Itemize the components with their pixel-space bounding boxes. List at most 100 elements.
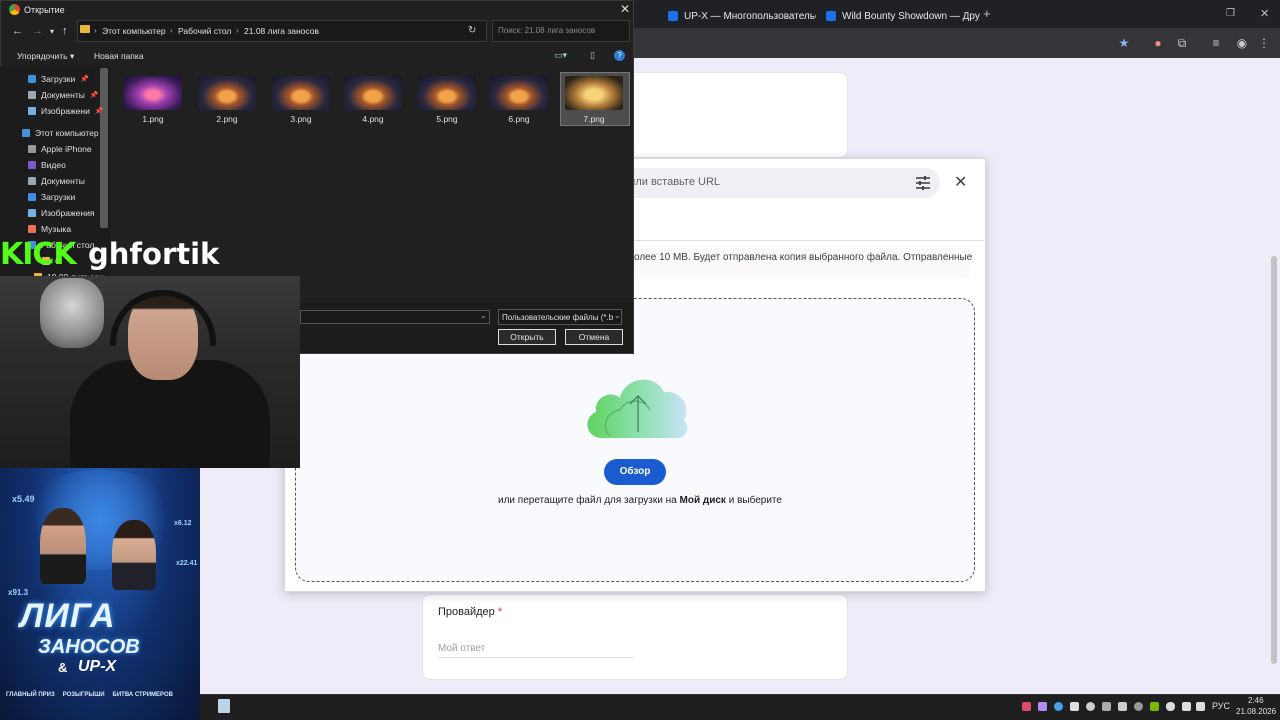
file-name-input[interactable] xyxy=(300,310,490,324)
chevron-right-icon: › xyxy=(236,26,239,35)
kick-logo: KICK xyxy=(0,237,77,272)
promo-footer-item: РОЗЫГРЫШИ xyxy=(62,692,105,698)
file-type-select[interactable]: Пользовательские файлы (*.b xyxy=(498,309,622,325)
folder-icon xyxy=(28,209,36,217)
bookmark-star-icon[interactable]: ★ xyxy=(1116,35,1132,51)
back-arrow-icon[interactable]: ← xyxy=(12,25,23,37)
file-thumbnail[interactable] xyxy=(344,76,402,110)
recent-dropdown-icon[interactable]: ▾ xyxy=(50,27,54,36)
folder-icon xyxy=(28,91,36,99)
taskbar-app-icon[interactable] xyxy=(218,699,230,713)
file-thumbnail[interactable] xyxy=(418,76,476,110)
nav-item[interactable]: Видео xyxy=(28,160,66,170)
chevron-down-icon[interactable]: ⌄ xyxy=(614,311,621,320)
nav-item[interactable]: Изображения xyxy=(28,208,94,218)
close-icon[interactable]: ✕ xyxy=(620,2,630,16)
organize-menu[interactable]: Упорядочить ▾ xyxy=(17,51,74,62)
breadcrumb-this-pc[interactable]: Этот компьютер xyxy=(102,26,166,36)
help-icon[interactable]: ? xyxy=(614,50,625,61)
restore-window-icon[interactable]: ❐ xyxy=(1226,8,1235,19)
filter-settings-icon[interactable] xyxy=(914,174,932,192)
nav-scrollbar[interactable] xyxy=(100,68,108,228)
promo-ampersand: & xyxy=(58,660,68,675)
file-name-label[interactable]: 2.png xyxy=(198,114,256,124)
extensions-puzzle-icon[interactable]: ⧉ xyxy=(1174,35,1190,51)
folder-icon xyxy=(28,145,36,153)
page-scrollbar-thumb[interactable] xyxy=(1271,256,1277,664)
cancel-button[interactable]: Отмена xyxy=(565,329,623,345)
file-name-label[interactable]: 6.png xyxy=(490,114,548,124)
folder-icon xyxy=(80,25,90,33)
upload-info-text: олее 10 MB. Будет отправлена копия выбра… xyxy=(634,252,973,263)
nav-item-label: Загрузки xyxy=(41,192,76,202)
close-icon[interactable]: ✕ xyxy=(954,175,967,191)
promo-footer-item: БИТВА СТРИМЕРОВ xyxy=(112,692,173,698)
clock-time[interactable]: 2:46 xyxy=(1248,696,1264,705)
tray-app-icon[interactable] xyxy=(1134,702,1143,711)
telegram-icon[interactable] xyxy=(1070,702,1079,711)
nav-item[interactable]: Загрузки xyxy=(28,192,75,202)
forward-arrow-icon[interactable]: → xyxy=(32,25,43,37)
tray-app-icon[interactable] xyxy=(1038,702,1047,711)
preview-pane-icon[interactable]: ▯ xyxy=(590,50,595,61)
folder-icon xyxy=(28,161,36,169)
nav-item[interactable]: Документы xyxy=(28,176,85,186)
menu-dots-icon[interactable]: ⋮ xyxy=(1256,35,1272,51)
new-folder-button[interactable]: Новая папка xyxy=(94,51,144,61)
file-thumbnail[interactable] xyxy=(565,76,623,110)
file-thumbnail[interactable] xyxy=(124,76,182,110)
nav-item[interactable]: Загрузки 📌 xyxy=(28,74,89,84)
open-button[interactable]: Открыть xyxy=(498,329,556,345)
extension-icon[interactable]: ● xyxy=(1150,35,1166,51)
language-indicator[interactable]: РУС xyxy=(1212,701,1230,711)
tray-app-icon[interactable] xyxy=(1102,702,1111,711)
chevron-down-icon[interactable]: ⌄ xyxy=(480,311,487,320)
clock-date[interactable]: 21.08.2026 xyxy=(1236,707,1276,716)
file-thumbnail[interactable] xyxy=(490,76,548,110)
provider-answer-input[interactable]: Мой ответ xyxy=(438,643,634,658)
file-name-label[interactable]: 5.png xyxy=(418,114,476,124)
folder-icon xyxy=(28,193,36,201)
refresh-icon[interactable]: ↻ xyxy=(468,25,476,36)
nav-item-label: Документы xyxy=(41,90,85,100)
close-window-icon[interactable]: ✕ xyxy=(1260,7,1269,20)
steam-icon[interactable] xyxy=(1118,702,1127,711)
chevron-right-icon: › xyxy=(170,26,173,35)
promo-man-figure xyxy=(40,508,86,584)
up-arrow-icon[interactable]: ↑ xyxy=(62,25,68,37)
tray-app-icon[interactable] xyxy=(1054,702,1063,711)
file-thumbnail[interactable] xyxy=(272,76,330,110)
discord-icon[interactable] xyxy=(1086,702,1095,711)
nav-item[interactable]: Музыка xyxy=(28,224,71,234)
reading-list-icon[interactable]: ≡ xyxy=(1208,35,1224,51)
folder-search-placeholder: Поиск: 21.08 лига заносов xyxy=(498,26,596,35)
volume-icon[interactable] xyxy=(1196,702,1205,711)
microphone-icon[interactable] xyxy=(1166,702,1175,711)
dialog-divider xyxy=(620,240,984,241)
breadcrumb-current-folder[interactable]: 21.08 лига заносов xyxy=(244,26,319,36)
nav-item[interactable]: Apple iPhone xyxy=(28,144,92,154)
tray-app-icon[interactable] xyxy=(1022,702,1031,711)
file-thumbnail[interactable] xyxy=(198,76,256,110)
required-mark: * xyxy=(497,606,503,618)
profile-avatar-icon[interactable]: ◉ xyxy=(1234,35,1250,51)
nav-item-label: Видео xyxy=(41,160,66,170)
view-options-icon[interactable]: ▭▾ xyxy=(554,50,567,61)
file-name-label[interactable]: 4.png xyxy=(344,114,402,124)
nav-item[interactable]: Этот компьютер xyxy=(22,128,99,138)
new-tab-button[interactable]: + xyxy=(983,6,991,21)
nvidia-icon[interactable] xyxy=(1150,702,1159,711)
upx-favicon xyxy=(668,11,678,21)
file-name-label[interactable]: 1.png xyxy=(124,114,182,124)
browse-button[interactable]: Обзор xyxy=(604,459,666,485)
breadcrumb-desktop[interactable]: Рабочий стол xyxy=(178,26,231,36)
folder-icon xyxy=(28,225,36,233)
nav-item[interactable]: Документы 📌 xyxy=(28,90,99,100)
tab-wild-bounty[interactable]: Wild Bounty Showdown — Дру ✕ xyxy=(818,4,980,28)
nav-item-label: Изображения xyxy=(41,208,95,218)
network-icon[interactable] xyxy=(1182,702,1191,711)
nav-item[interactable]: Изображени 📌 xyxy=(28,106,104,116)
file-name-label[interactable]: 3.png xyxy=(272,114,330,124)
tab-upx[interactable]: UP-X — Многопользовательс ✕ xyxy=(660,4,816,28)
file-name-label[interactable]: 7.png xyxy=(565,114,623,124)
